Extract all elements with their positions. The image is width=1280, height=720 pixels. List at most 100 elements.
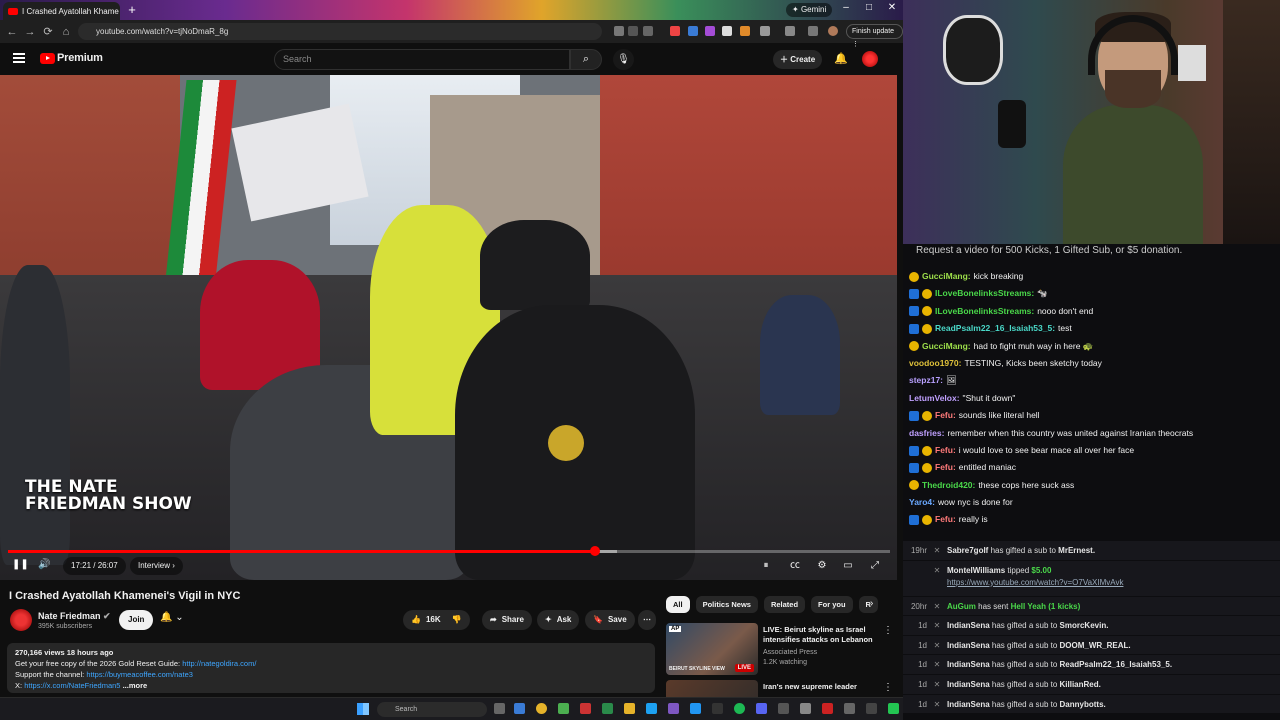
chat-username[interactable]: ReadPsalm22_16_Isaiah53_5: [935, 320, 1055, 337]
event-user[interactable]: IndianSena [947, 641, 990, 650]
downloads-icon[interactable] [808, 26, 818, 36]
reload-icon[interactable]: ⟳ [39, 25, 57, 38]
obs-icon[interactable] [712, 703, 723, 714]
tab-youtube[interactable]: I Crashed Ayatollah Khame 🔊 ✕ [3, 2, 120, 20]
subscribe-bell-icon[interactable]: 🔔 ⌄ [160, 612, 184, 623]
hamburger-menu-icon[interactable] [13, 53, 25, 63]
chat-username[interactable]: stepz17: [909, 372, 943, 389]
chat-username[interactable]: Fefu: [935, 442, 956, 459]
event-user[interactable]: AuGum [947, 602, 976, 611]
create-button[interactable]: ＋ Create [773, 50, 823, 69]
extension-icon[interactable] [740, 26, 750, 36]
extension-icon[interactable] [670, 26, 680, 36]
description-link[interactable]: http://nategoldira.com/ [182, 659, 256, 668]
chip-related[interactable]: Related [763, 596, 806, 613]
maximize-icon[interactable]: □ [858, 2, 880, 13]
video-player[interactable]: THE NATE FRIEDMAN SHOW ❚❚ 🔊 17:21 / 26:0… [0, 75, 897, 580]
chapter-button[interactable]: Interview › [130, 557, 183, 575]
search-input[interactable]: Search [274, 49, 570, 70]
home-icon[interactable]: ⌂ [57, 26, 75, 38]
youtube-logo-icon[interactable] [40, 53, 55, 64]
forward-icon[interactable]: → [21, 26, 39, 38]
notifications-bell-icon[interactable]: 🔔 [834, 52, 848, 65]
join-button[interactable]: Join [119, 610, 154, 630]
app-icon[interactable] [822, 703, 833, 714]
more-options-icon[interactable]: ⋮ [883, 682, 893, 693]
event-user[interactable]: IndianSena [947, 700, 990, 709]
new-tab-button[interactable]: + [125, 3, 139, 17]
fullscreen-icon[interactable]: ⤢ [864, 557, 886, 575]
taskbar-search[interactable]: Search [377, 702, 487, 717]
file-explorer-icon[interactable] [624, 703, 635, 714]
app-icon[interactable] [602, 703, 613, 714]
volume-icon[interactable]: 🔊 [38, 559, 50, 570]
save-button[interactable]: 🔖 Save [585, 610, 635, 630]
more-options-icon[interactable]: ⋮ [883, 625, 893, 636]
description-box[interactable]: 270,166 views 18 hours ago Get your free… [7, 643, 655, 693]
account-avatar[interactable] [862, 51, 878, 67]
spotify-icon[interactable] [734, 703, 745, 714]
app-icon[interactable] [558, 703, 569, 714]
progress-bar[interactable] [8, 546, 890, 556]
more-actions-icon[interactable]: ⋯ [638, 610, 656, 630]
chip-all[interactable]: All [666, 596, 690, 613]
minimize-icon[interactable]: – [835, 2, 857, 13]
video-thumbnail[interactable] [666, 680, 758, 697]
edge-icon[interactable] [514, 703, 525, 714]
chat-username[interactable]: GucciMang: [922, 338, 971, 355]
task-view-icon[interactable] [494, 703, 505, 714]
description-link[interactable]: https://buymeacoffee.com/nate3 [86, 670, 193, 679]
recommended-video[interactable]: AP BEIRUT SKYLINE VIEW LIVE LIVE: Beirut… [666, 623, 898, 677]
like-button[interactable]: 👍 16K 👎 [403, 610, 470, 630]
extension-icon[interactable] [705, 26, 715, 36]
pause-icon[interactable]: ❚❚ [12, 559, 29, 570]
chat-username[interactable]: ILoveBonelinksStreams: [935, 285, 1034, 302]
chips-next-icon[interactable]: › [870, 598, 873, 609]
theater-mode-icon[interactable]: ▭ [837, 557, 859, 575]
extension-icon[interactable] [688, 26, 698, 36]
description-link[interactable]: https://x.com/NateFriedman5 [24, 681, 120, 690]
chat-username[interactable]: voodoo1970: [909, 355, 961, 372]
event-user[interactable]: MontelWilliams [947, 566, 1005, 575]
event-user[interactable]: Sabre7golf [947, 546, 988, 555]
app-icon[interactable] [690, 703, 701, 714]
app-icon[interactable] [646, 703, 657, 714]
url-field[interactable]: youtube.com/watch?v=tjNoDmaR_8g [78, 23, 602, 40]
event-user[interactable]: IndianSena [947, 660, 990, 669]
chat-username[interactable]: ILoveBonelinksStreams: [935, 303, 1034, 320]
video-thumbnail[interactable]: AP BEIRUT SKYLINE VIEW LIVE [666, 623, 758, 675]
cast-icon[interactable] [628, 26, 638, 36]
share-button[interactable]: ➦ Share [482, 610, 532, 630]
app-icon[interactable] [778, 703, 789, 714]
chip-more[interactable]: R [858, 596, 878, 613]
recommended-video[interactable]: Iran's new supreme leader ⋮ [666, 680, 898, 697]
app-icon[interactable] [800, 703, 811, 714]
chat-username[interactable]: Thedroid420: [922, 477, 975, 494]
settings-gear-icon[interactable]: ⚙ [811, 557, 833, 575]
chrome-icon[interactable] [536, 703, 547, 714]
back-icon[interactable]: ← [3, 26, 21, 38]
progress-scrubber[interactable] [589, 546, 600, 556]
kick-icon[interactable] [888, 703, 899, 714]
autoplay-toggle-icon[interactable]: ⏸ [755, 557, 777, 575]
extensions-puzzle-icon[interactable] [760, 26, 770, 36]
profile-avatar[interactable] [828, 26, 838, 36]
tip-link[interactable]: https://www.youtube.com/watch?v=O7VaXIMv… [947, 578, 1123, 587]
app-icon[interactable] [866, 703, 877, 714]
app-icon[interactable] [580, 703, 591, 714]
youtube-premium-logo[interactable]: Premium [57, 52, 103, 64]
event-user[interactable]: IndianSena [947, 621, 990, 630]
event-user[interactable]: IndianSena [947, 680, 990, 689]
ask-button[interactable]: ✦ Ask [537, 610, 580, 630]
chat-username[interactable]: Fefu: [935, 459, 956, 476]
app-icon[interactable] [844, 703, 855, 714]
chat-username[interactable]: Fefu: [935, 407, 956, 424]
zoom-icon[interactable] [614, 26, 624, 36]
gemini-button[interactable]: ✦ Gemini [786, 3, 833, 17]
chat-username[interactable]: Yaro4: [909, 494, 935, 511]
dislike-icon[interactable]: 👎 [452, 610, 462, 630]
search-icon[interactable]: ⌕ [570, 49, 602, 70]
chat-username[interactable]: dasfries: [909, 425, 944, 442]
chip-politics-news[interactable]: Politics News [695, 596, 758, 613]
channel-name[interactable]: Nate Friedman ✔ [38, 611, 111, 622]
